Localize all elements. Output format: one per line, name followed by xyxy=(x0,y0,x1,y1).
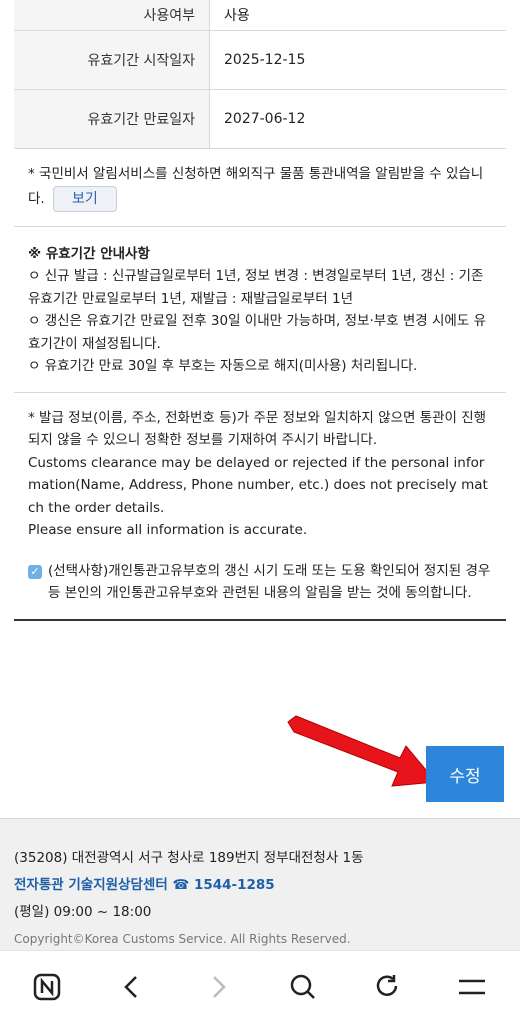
footer-hours: (평일) 09:00 ~ 18:00 xyxy=(14,904,152,920)
validity-table: 사용여부 사용 유효기간 시작일자 2025-12-15 유효기간 만료일자 2… xyxy=(14,0,506,149)
forward-icon[interactable] xyxy=(196,965,240,1009)
table-label: 사용여부 xyxy=(14,0,210,30)
footer-copyright: Copyright©Korea Customs Service. All Rig… xyxy=(14,932,351,946)
info-korean: * 발급 정보(이름, 주소, 전화번호 등)가 주문 정보와 일치하지 않으면… xyxy=(28,409,487,449)
table-label: 유효기간 만료일자 xyxy=(14,90,210,148)
table-value: 2025-12-15 xyxy=(224,52,306,68)
validity-guide: ※ 유효기간 안내사항 ㅇ 신규 발급 : 신규발급일로부터 1년, 정보 변경… xyxy=(14,227,506,393)
refresh-icon[interactable] xyxy=(365,965,409,1009)
search-icon[interactable] xyxy=(281,965,325,1009)
view-button[interactable]: 보기 xyxy=(53,185,117,212)
menu-icon[interactable] xyxy=(450,965,494,1009)
annotation-arrow-icon xyxy=(287,715,437,787)
table-value: 2027-06-12 xyxy=(224,111,306,127)
footer-support-center[interactable]: 전자통관 기술지원상담센터 ☎ 1544-1285 xyxy=(14,872,506,899)
guide-line: ㅇ 신규 발급 : 신규발급일로부터 1년, 정보 변경 : 변경일로부터 1년… xyxy=(28,268,484,307)
consent-row: ✓ (선택사항)개인통관고유부호의 갱신 시기 도래 또는 도용 확인되어 정지… xyxy=(28,560,492,605)
consent-text: (선택사항)개인통관고유부호의 갱신 시기 도래 또는 도용 확인되어 정지된 … xyxy=(48,562,491,602)
guide-line: ㅇ 유효기간 만료 30일 후 부호는 자동으로 해지(미사용) 처리됩니다. xyxy=(28,358,418,374)
info-notice: * 발급 정보(이름, 주소, 전화번호 등)가 주문 정보와 일치하지 않으면… xyxy=(14,393,506,621)
back-icon[interactable] xyxy=(110,965,154,1009)
footer-address: (35208) 대전광역시 서구 청사로 189번지 정부대전청사 1동 xyxy=(14,850,364,866)
consent-checkbox[interactable]: ✓ xyxy=(28,564,42,579)
guide-line: ㅇ 갱신은 유효기간 만료일 전후 30일 이내만 가능하며, 정보·부호 변경… xyxy=(28,313,486,352)
main-content: 사용여부 사용 유효기간 시작일자 2025-12-15 유효기간 만료일자 2… xyxy=(14,0,506,621)
info-english: Customs clearance may be delayed or reje… xyxy=(28,454,488,516)
table-row-usage: 사용여부 사용 xyxy=(14,0,506,31)
notification-notice: * 국민비서 알림서비스를 신청하면 해외직구 물품 통관내역을 알림받을 수 … xyxy=(14,149,506,227)
info-english-accuracy: Please ensure all information is accurat… xyxy=(28,522,308,538)
page: 사용여부 사용 유효기간 시작일자 2025-12-15 유효기간 만료일자 2… xyxy=(0,0,520,1025)
save-button[interactable]: 수정 xyxy=(426,746,504,802)
table-value: 사용 xyxy=(224,8,250,24)
naver-home-icon[interactable] xyxy=(25,965,69,1009)
browser-toolbar xyxy=(0,950,520,1025)
footer: (35208) 대전광역시 서구 청사로 189번지 정부대전청사 1동 전자통… xyxy=(0,818,520,951)
table-row-end-date: 유효기간 만료일자 2027-06-12 xyxy=(14,90,506,149)
table-row-start-date: 유효기간 시작일자 2025-12-15 xyxy=(14,31,506,90)
table-label: 유효기간 시작일자 xyxy=(14,31,210,89)
guide-title: ※ 유효기간 안내사항 xyxy=(28,245,150,262)
